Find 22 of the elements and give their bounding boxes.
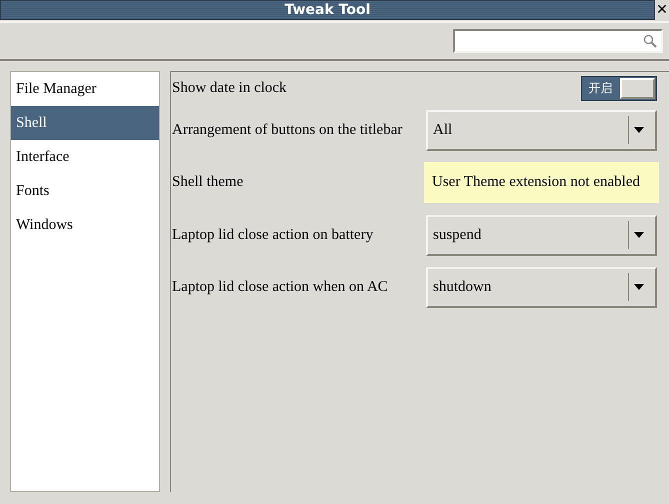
info-message: User Theme extension not enabled (424, 162, 659, 203)
setting-label: Show date in clock (172, 80, 287, 97)
search-field[interactable] (453, 29, 663, 53)
setting-label: Laptop lid close action when on AC (172, 278, 388, 296)
search-icon (643, 34, 657, 48)
caret-icon (634, 232, 644, 238)
dropdown[interactable]: shutdown (426, 266, 657, 308)
sidebar-item[interactable]: File Manager (11, 72, 159, 106)
caret-icon (634, 127, 644, 133)
sidebar-item[interactable]: Windows (11, 208, 159, 242)
close-button[interactable]: ✕ (655, 0, 669, 20)
dropdown[interactable]: suspend (426, 214, 657, 256)
sidebar-item[interactable]: Shell (11, 106, 159, 140)
caret-icon (634, 284, 644, 290)
sidebar-item[interactable]: Interface (11, 140, 159, 174)
setting-label: Arrangement of buttons on the titlebar (172, 122, 402, 138)
window-title: Tweak Tool (0, 0, 655, 20)
setting-label: Shell theme (172, 174, 244, 191)
toggle-switch[interactable]: 开启 (581, 76, 657, 101)
setting-label: Laptop lid close action on battery (172, 226, 374, 244)
dropdown[interactable]: All (426, 110, 657, 150)
sidebar-item[interactable]: Fonts (11, 174, 159, 208)
